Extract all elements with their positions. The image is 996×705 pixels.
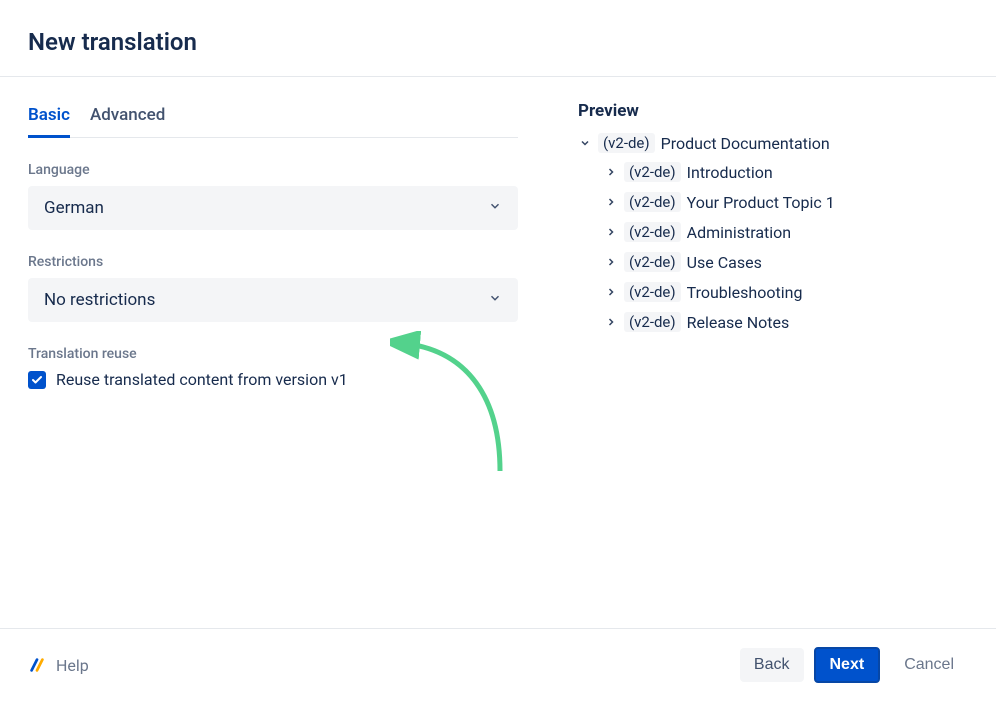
version-badge: (v2-de) (624, 192, 681, 212)
version-badge: (v2-de) (624, 282, 681, 302)
dialog-footer: Help Back Next Cancel (0, 628, 996, 705)
chevron-right-icon (604, 316, 618, 328)
tree-children: (v2-de) Introduction (v2-de) Your Produc… (604, 157, 968, 337)
back-button[interactable]: Back (740, 648, 804, 682)
tree-item-label: Your Product Topic 1 (687, 193, 835, 212)
dialog: New translation Basic Advanced Language … (0, 0, 996, 705)
reuse-checkbox-label: Reuse translated content from version v1 (56, 370, 348, 389)
tab-advanced[interactable]: Advanced (90, 101, 165, 138)
tree-root-label: Product Documentation (661, 134, 830, 153)
tree-item[interactable]: (v2-de) Troubleshooting (604, 277, 968, 307)
dialog-header: New translation (0, 0, 996, 76)
tree-item[interactable]: (v2-de) Release Notes (604, 307, 968, 337)
preview-title: Preview (578, 101, 968, 121)
help-label: Help (56, 656, 89, 675)
tab-bar: Basic Advanced (28, 101, 518, 138)
language-label: Language (28, 162, 518, 178)
chevron-down-icon (488, 290, 502, 310)
tree-item[interactable]: (v2-de) Introduction (604, 157, 968, 187)
reuse-checkbox[interactable] (28, 371, 46, 389)
restrictions-label: Restrictions (28, 254, 518, 270)
dialog-body: Basic Advanced Language German Restricti… (0, 77, 996, 628)
tree-item[interactable]: (v2-de) Administration (604, 217, 968, 247)
reuse-checkbox-row: Reuse translated content from version v1 (28, 370, 518, 389)
tree-item-label: Introduction (687, 163, 773, 182)
chevron-down-icon (488, 198, 502, 218)
restrictions-value: No restrictions (44, 290, 155, 310)
restrictions-select[interactable]: No restrictions (28, 278, 518, 322)
version-badge: (v2-de) (598, 133, 655, 153)
chevron-right-icon (604, 196, 618, 208)
version-badge: (v2-de) (624, 252, 681, 272)
chevron-right-icon (604, 286, 618, 298)
help-link[interactable]: Help (28, 656, 89, 675)
version-badge: (v2-de) (624, 162, 681, 182)
cancel-button[interactable]: Cancel (890, 648, 968, 682)
tree-item-label: Release Notes (687, 313, 790, 332)
language-select[interactable]: German (28, 186, 518, 230)
chevron-down-icon (578, 137, 592, 149)
form-panel: Basic Advanced Language German Restricti… (28, 101, 518, 618)
version-badge: (v2-de) (624, 312, 681, 332)
tree-item-label: Use Cases (687, 253, 762, 272)
tree-root[interactable]: (v2-de) Product Documentation (578, 129, 968, 157)
chevron-right-icon (604, 256, 618, 268)
tree-item[interactable]: (v2-de) Your Product Topic 1 (604, 187, 968, 217)
tree-item-label: Administration (687, 223, 792, 242)
reuse-label: Translation reuse (28, 346, 518, 362)
dialog-title: New translation (28, 28, 968, 56)
language-value: German (44, 198, 104, 218)
version-badge: (v2-de) (624, 222, 681, 242)
help-logo-icon (28, 656, 46, 674)
next-button[interactable]: Next (814, 647, 881, 683)
chevron-right-icon (604, 226, 618, 238)
tree-item[interactable]: (v2-de) Use Cases (604, 247, 968, 277)
tree-item-label: Troubleshooting (687, 283, 803, 302)
chevron-right-icon (604, 166, 618, 178)
tab-basic[interactable]: Basic (28, 101, 70, 138)
preview-panel: Preview (v2-de) Product Documentation (v… (578, 101, 968, 618)
